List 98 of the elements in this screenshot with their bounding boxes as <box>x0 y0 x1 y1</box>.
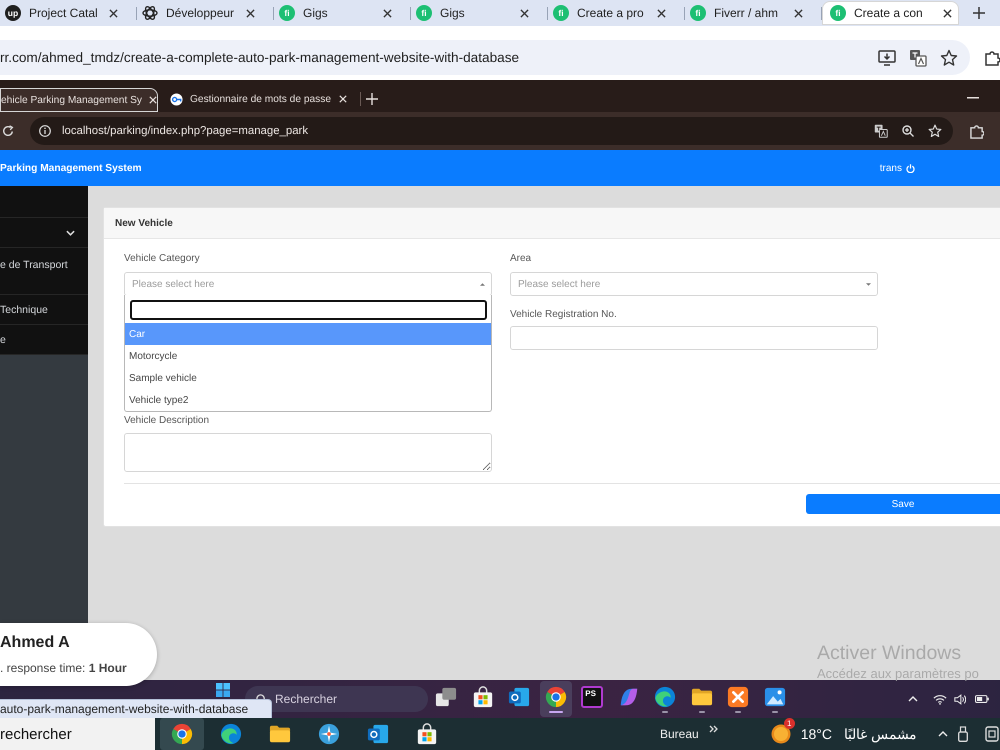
wave-logo-icon[interactable] <box>220 723 242 745</box>
browser-tab[interactable]: Gestionnaire de mots de passe <box>163 86 355 112</box>
picture-icon <box>764 686 786 708</box>
search-field[interactable]: rechercher <box>0 718 155 750</box>
dropdown-option[interactable]: Sample vehicle <box>125 367 491 389</box>
browser-tab[interactable]: fi Create a pro <box>548 0 685 26</box>
shopping-bag-icon[interactable] <box>416 723 438 745</box>
site-logo: fi <box>279 5 295 21</box>
site-logo: fi <box>416 5 432 21</box>
zoom-icon[interactable] <box>902 125 914 137</box>
running-indicator <box>548 711 563 713</box>
field-label: Area <box>510 252 532 266</box>
response-time: . response time: 1 Hour <box>0 661 128 675</box>
translate-icon[interactable] <box>909 48 927 66</box>
folder-icon <box>690 686 713 708</box>
close-icon[interactable] <box>794 8 803 18</box>
browser-tab[interactable]: ehicle Parking Management Sy <box>0 88 158 112</box>
caret-icon <box>866 282 871 286</box>
browser-tab[interactable]: fi Create a con <box>822 1 959 25</box>
chevron-up-icon[interactable] <box>938 731 948 737</box>
swirl-logo-icon <box>618 686 640 708</box>
notification-badge: 1 <box>784 718 795 729</box>
browser-tab[interactable]: Développeur <box>137 0 274 26</box>
x-tile-icon <box>727 686 750 708</box>
weather-condition[interactable]: مشمس غالبًا <box>844 726 917 742</box>
install-icon[interactable] <box>878 48 896 66</box>
close-icon[interactable] <box>520 8 529 18</box>
address-bar[interactable]: rr.com/ahmed_tmdz/create-a-complete-auto-park-management-website-with-database <box>0 40 970 75</box>
mail-tile-icon[interactable] <box>366 723 388 745</box>
wave-logo-icon <box>654 686 676 708</box>
close-icon[interactable] <box>109 8 118 18</box>
minimize-icon[interactable] <box>967 97 979 99</box>
sidebar-item[interactable]: Technique <box>0 295 88 325</box>
taskbar-button[interactable]: PS <box>576 681 608 717</box>
user-menu[interactable]: trans <box>880 162 915 174</box>
link-preview-tooltip: auto-park-management-website-with-database <box>0 699 272 718</box>
card-title: New Vehicle <box>104 208 1000 239</box>
dropdown-option[interactable]: Motorcycle <box>125 345 491 367</box>
close-icon[interactable] <box>657 8 666 18</box>
sun-icon[interactable] <box>770 724 791 744</box>
registration-field[interactable] <box>510 326 878 350</box>
app-logo: PS <box>581 686 604 708</box>
info-icon[interactable] <box>39 125 51 137</box>
color-wheel-icon[interactable] <box>160 718 204 750</box>
seller-name: Ahmed A <box>0 634 71 652</box>
shopping-bag-icon <box>472 686 494 708</box>
wifi-icon[interactable] <box>933 694 947 704</box>
site-logo: up <box>5 5 21 21</box>
field-label: Vehicle Registration No. <box>510 308 618 322</box>
save-button[interactable]: Save <box>806 494 1000 514</box>
battery-icon[interactable] <box>975 695 989 703</box>
double-chevron-icon[interactable] <box>708 725 718 733</box>
reload-icon[interactable] <box>2 125 14 137</box>
address-bar[interactable]: localhost/parking/index.php?page=manage_park <box>30 117 953 145</box>
mail-tile-icon <box>508 686 530 708</box>
search-field[interactable] <box>130 300 487 320</box>
color-wheel-icon <box>544 686 567 708</box>
browser-tab[interactable]: fi Gigs <box>411 0 548 26</box>
running-indicator <box>735 711 742 713</box>
close-icon[interactable] <box>943 8 952 18</box>
usb-stick-icon[interactable] <box>958 726 968 742</box>
folder-icon[interactable] <box>268 723 290 745</box>
caret-icon <box>480 282 485 286</box>
star-icon[interactable] <box>940 48 958 66</box>
running-indicator <box>772 711 778 713</box>
running-indicator <box>662 711 668 713</box>
site-logo: fi <box>690 5 706 21</box>
compass-icon[interactable] <box>318 723 340 745</box>
sidebar-item[interactable]: e <box>0 325 88 355</box>
power-icon[interactable] <box>906 164 915 172</box>
running-indicator <box>698 711 705 713</box>
four-squares-icon[interactable] <box>216 683 230 697</box>
chevron-down-icon[interactable] <box>66 230 75 236</box>
sidebar-item[interactable]: e de Transport <box>0 248 88 295</box>
description-field[interactable] <box>124 433 492 472</box>
speaker-icon[interactable] <box>954 694 966 704</box>
toolbar-label[interactable]: Bureau <box>660 727 699 741</box>
site-logo: fi <box>553 5 569 21</box>
site-logo: fi <box>830 5 846 21</box>
close-icon[interactable] <box>246 8 255 18</box>
key-icon <box>170 92 183 106</box>
device-icon[interactable] <box>985 726 1000 742</box>
close-icon[interactable] <box>383 8 392 18</box>
stacked-squares-icon <box>435 686 458 708</box>
temperature[interactable]: 18°C <box>800 726 832 742</box>
browser-tab[interactable]: up Project Catal <box>0 0 137 26</box>
field-label: Vehicle Description <box>124 414 210 428</box>
browser-tab[interactable]: fi Gigs <box>274 0 411 26</box>
translate-icon[interactable] <box>874 124 888 138</box>
taskbar-button[interactable] <box>540 681 572 717</box>
plus-icon[interactable] <box>973 7 985 19</box>
field-label: Vehicle Category <box>124 252 201 266</box>
dropdown-option[interactable]: Vehicle type2 <box>125 389 491 411</box>
app-title: Parking Management System <box>0 162 142 174</box>
puzzle-icon[interactable] <box>985 50 1000 66</box>
atom-icon <box>142 5 158 21</box>
chevron-up-icon[interactable] <box>908 696 918 702</box>
browser-tab[interactable]: fi Fiverr / ahm <box>685 0 822 26</box>
